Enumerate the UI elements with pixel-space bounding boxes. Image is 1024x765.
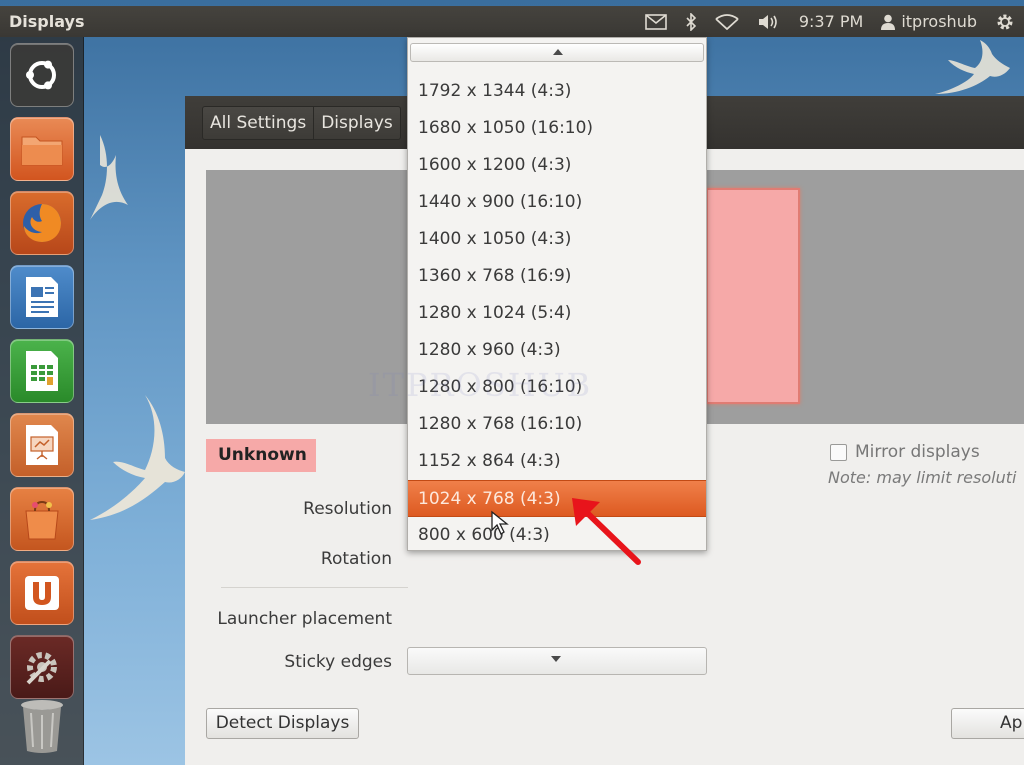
mouse-cursor-icon [491,510,509,535]
clock[interactable]: 9:37 PM [790,6,872,37]
resolution-option[interactable]: 1152 x 864 (4:3) [408,443,706,480]
display-name-label: Unknown [206,439,316,472]
chevron-up-icon [553,49,563,55]
trash-icon[interactable] [10,693,74,757]
mirror-displays-checkbox[interactable] [830,443,847,461]
breadcrumb: All Settings Displays [202,106,401,140]
system-settings-icon[interactable] [10,635,74,699]
dove-decoration [90,395,185,520]
resolution-label: Resolution [303,499,392,519]
calc-icon[interactable] [10,339,74,403]
wifi-icon[interactable] [706,6,748,37]
mirror-displays-option[interactable]: Mirror displays [830,442,980,462]
resolution-option[interactable]: 1280 x 1024 (5:4) [408,295,706,332]
resolution-option[interactable]: 1280 x 800 (16:10) [408,369,706,406]
resolution-option[interactable]: 1360 x 768 (16:9) [408,258,706,295]
username: itproshub [901,12,977,31]
user-icon [881,14,896,30]
chevron-down-icon [551,656,561,662]
ubuntu-one-icon[interactable] [10,561,74,625]
resolution-option[interactable]: 1792 x 1344 (4:3) [408,73,706,110]
ubuntu-dash-icon[interactable] [10,43,74,107]
divider [221,587,408,588]
dove-decoration [935,40,1010,94]
files-icon[interactable] [10,117,74,181]
apply-button[interactable]: Ap [951,708,1024,739]
resolution-option[interactable]: 1440 x 900 (16:10) [408,184,706,221]
sticky-edges-label: Sticky edges [284,652,392,672]
window-title: Displays [9,12,85,31]
resolution-option[interactable]: 800 x 600 (4:3) [408,517,706,550]
resolution-option[interactable]: 1600 x 1200 (4:3) [408,147,706,184]
launcher-placement-label: Launcher placement [217,609,392,629]
breadcrumb-all-settings[interactable]: All Settings [203,107,315,139]
bluetooth-icon[interactable] [676,6,706,37]
top-panel: Displays 9:37 PM itproshub [0,6,1024,37]
breadcrumb-displays[interactable]: Displays [314,107,400,139]
monitor-preview[interactable] [706,188,800,404]
firefox-icon[interactable] [10,191,74,255]
resolution-option-selected[interactable]: 1024 x 768 (4:3) [408,480,706,517]
scroll-up-button[interactable] [410,43,704,62]
resolution-option[interactable]: 1400 x 1050 (4:3) [408,221,706,258]
gear-icon[interactable] [986,6,1024,37]
impress-icon[interactable] [10,413,74,477]
mirror-displays-label: Mirror displays [855,442,980,462]
mail-icon[interactable] [636,6,676,37]
mirror-note: Note: may limit resoluti [828,468,1017,487]
user-menu[interactable]: itproshub [872,6,986,37]
software-center-icon[interactable] [10,487,74,551]
resolution-dropdown-list[interactable]: 1792 x 1344 (4:3) 1680 x 1050 (16:10) 16… [407,37,707,551]
annotation-arrow-icon [572,498,641,565]
sticky-edges-dropdown[interactable] [407,647,707,675]
resolution-option[interactable]: 1680 x 1050 (16:10) [408,110,706,147]
rotation-label: Rotation [320,549,392,569]
launcher [0,37,84,765]
resolution-option[interactable]: 1280 x 768 (16:10) [408,406,706,443]
volume-icon[interactable] [748,6,790,37]
resolution-option[interactable]: 1280 x 960 (4:3) [408,332,706,369]
writer-icon[interactable] [10,265,74,329]
detect-displays-button[interactable]: Detect Displays [206,708,359,739]
